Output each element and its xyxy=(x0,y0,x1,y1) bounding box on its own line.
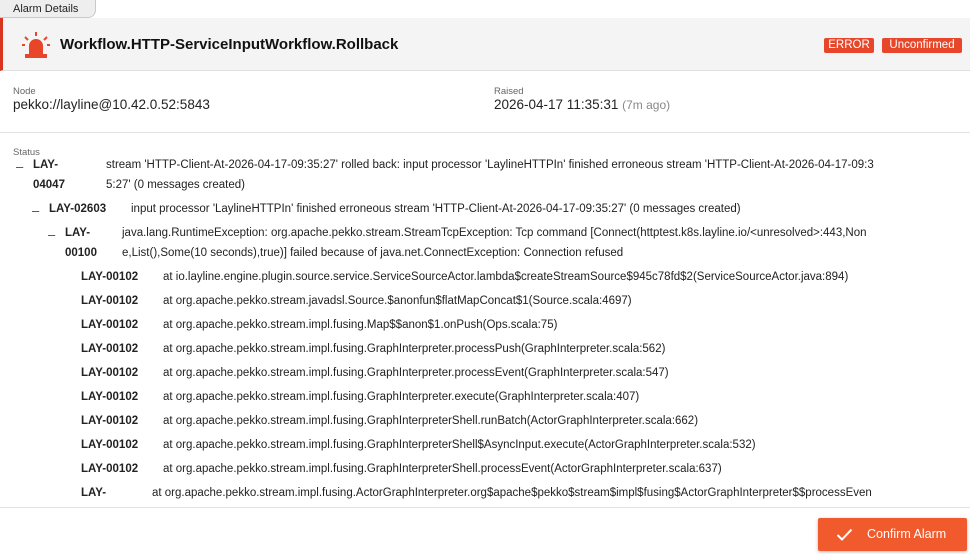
status-message: at org.apache.pekko.stream.impl.fusing.G… xyxy=(163,343,666,355)
raised-value: 2026-04-17 11:35:31 (7m ago) xyxy=(494,97,670,112)
status-code: LAY-02603 xyxy=(49,203,107,215)
status-message: at org.apache.pekko.stream.impl.fusing.G… xyxy=(163,391,640,403)
status-code: LAY-00102 xyxy=(81,343,139,355)
status-code: LAY- xyxy=(81,487,107,499)
raised-ago: (7m ago) xyxy=(622,98,671,112)
status-code: LAY-00102 xyxy=(81,391,139,403)
alarm-title: Workflow.HTTP-ServiceInputWorkflow.Rollb… xyxy=(60,36,399,53)
tab-bar: Alarm Details xyxy=(0,0,970,18)
status-code: 00100 xyxy=(65,247,97,259)
status-code: LAY-00102 xyxy=(81,439,139,451)
collapse-toggle[interactable]: – xyxy=(16,159,23,174)
status-message: at org.apache.pekko.stream.impl.fusing.G… xyxy=(163,463,722,475)
status-code: LAY-00102 xyxy=(81,463,139,475)
error-badge: ERROR xyxy=(824,38,874,53)
divider xyxy=(0,132,970,133)
status-code: LAY-00102 xyxy=(81,295,139,307)
status-message: at org.apache.pekko.stream.impl.fusing.A… xyxy=(152,487,872,499)
status-message: at org.apache.pekko.stream.impl.fusing.M… xyxy=(163,319,558,331)
status-code: LAY-00102 xyxy=(81,271,139,283)
status-code: LAY-00102 xyxy=(81,415,139,427)
status-code: 04047 xyxy=(33,179,65,191)
raised-timestamp: 2026-04-17 11:35:31 xyxy=(494,97,619,112)
node-value: pekko://layline@10.42.0.52:5843 xyxy=(13,97,210,112)
collapse-toggle[interactable]: – xyxy=(32,203,39,218)
status-message: at org.apache.pekko.stream.impl.fusing.G… xyxy=(163,367,669,379)
unconfirmed-badge: Unconfirmed xyxy=(882,38,962,53)
status-message: e,List(),Some(10 seconds),true)] failed … xyxy=(122,247,624,259)
alarm-header: Workflow.HTTP-ServiceInputWorkflow.Rollb… xyxy=(0,18,970,71)
confirm-alarm-label: Confirm Alarm xyxy=(867,527,947,541)
status-code: LAY-00102 xyxy=(81,367,139,379)
status-message: at org.apache.pekko.stream.javadsl.Sourc… xyxy=(163,295,632,307)
status-message: 5:27' (0 messages created) xyxy=(106,179,245,191)
raised-label: Raised xyxy=(494,86,524,97)
check-icon xyxy=(836,528,853,541)
status-message: at org.apache.pekko.stream.impl.fusing.G… xyxy=(163,415,699,427)
confirm-alarm-button[interactable]: Confirm Alarm xyxy=(818,518,967,551)
status-tree: – LAY- 04047 stream 'HTTP-Client-At-2026… xyxy=(0,155,970,507)
tab-alarm-details[interactable]: Alarm Details xyxy=(0,0,96,18)
status-code: LAY-00102 xyxy=(81,319,139,331)
node-label: Node xyxy=(13,86,36,97)
footer: Confirm Alarm xyxy=(0,507,970,554)
status-message: at org.apache.pekko.stream.impl.fusing.G… xyxy=(163,439,756,451)
status-message: input processor 'LaylineHTTPIn' finished… xyxy=(131,203,741,215)
status-message: at io.layline.engine.plugin.source.servi… xyxy=(163,271,849,283)
alarm-siren-icon xyxy=(22,32,50,58)
collapse-toggle[interactable]: – xyxy=(48,227,55,242)
